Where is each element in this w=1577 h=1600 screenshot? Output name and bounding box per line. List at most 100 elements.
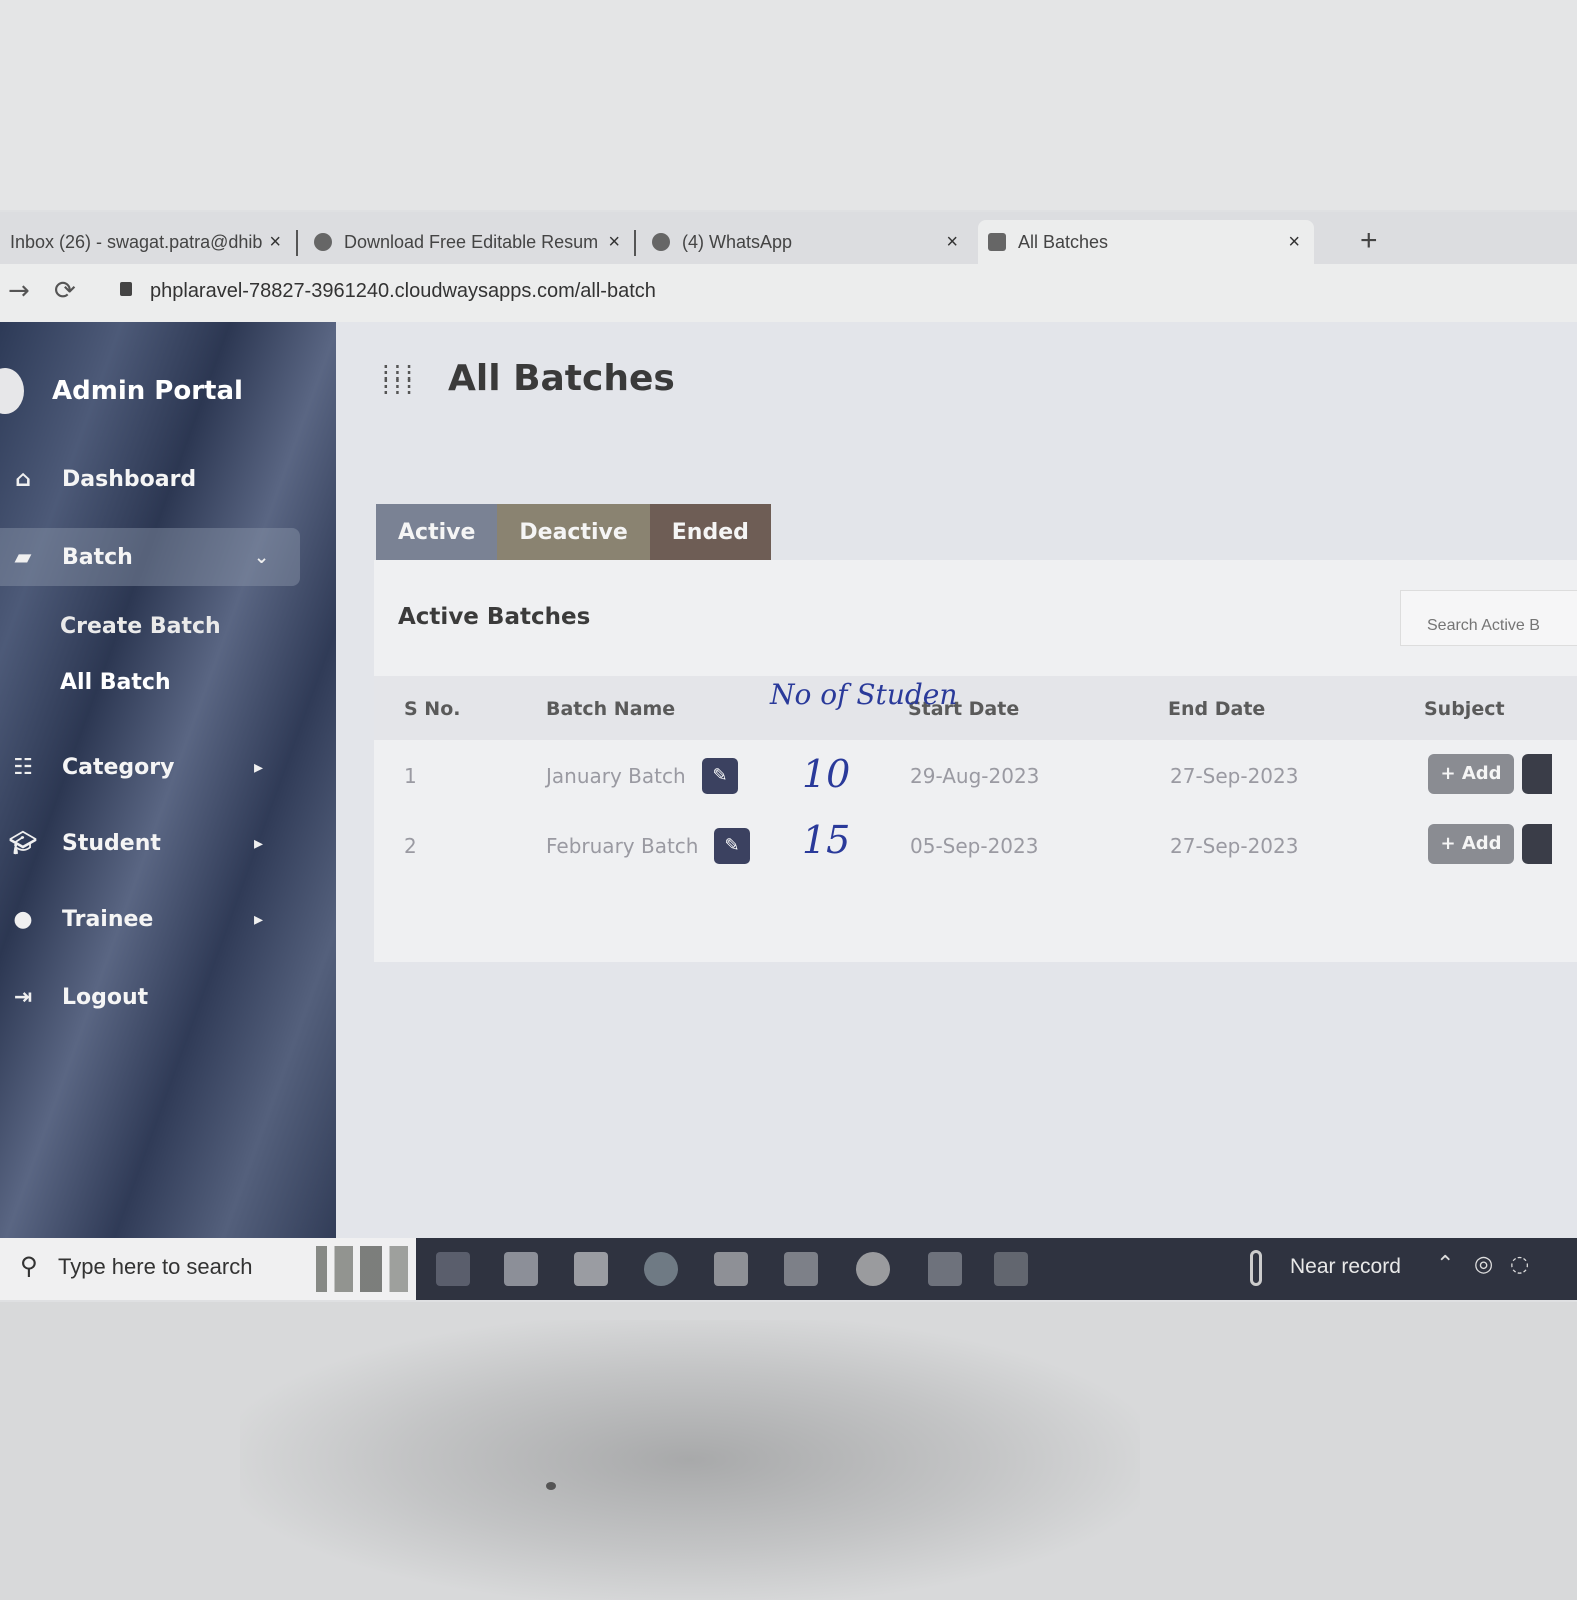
resume-site-icon xyxy=(314,233,332,251)
new-tab-button[interactable]: + xyxy=(1360,224,1378,258)
lock-icon xyxy=(120,282,132,296)
folder-icon: ▰ xyxy=(14,544,32,570)
tab-whatsapp[interactable]: (4) WhatsApp × xyxy=(642,220,972,264)
sidebar-item-label: Trainee xyxy=(62,906,154,932)
sidebar-subitem-all-batch[interactable]: All Batch xyxy=(60,670,171,695)
handwritten-student-count: 10 xyxy=(802,752,851,796)
table-row: 1 January Batch ✎ 10 29-Aug-2023 27-Sep-… xyxy=(374,742,1577,812)
cell-end-date: 27-Sep-2023 xyxy=(1170,764,1299,788)
taskbar-search[interactable]: ⚲ Type here to search xyxy=(0,1238,416,1300)
sidebar-item-student[interactable]: 🎓︎ Student ▸ xyxy=(0,814,300,872)
thermometer-icon xyxy=(1250,1250,1262,1286)
tab-active[interactable]: Active xyxy=(376,504,498,560)
tab-title: (4) WhatsApp xyxy=(682,231,793,252)
column-header-subject: Subject xyxy=(1424,698,1505,720)
home-icon: ⌂ xyxy=(15,466,31,492)
tab-resume[interactable]: Download Free Editable Resum × xyxy=(304,220,634,264)
tab-title: Download Free Editable Resum xyxy=(344,231,599,252)
column-header-sno: S No. xyxy=(404,698,461,720)
column-header-batch-name: Batch Name xyxy=(546,698,676,720)
chevron-right-icon: ▸ xyxy=(254,908,264,930)
main-content: ⁝⁝⁝ ⁝⁝⁝ All Batches Active Deactive Ended… xyxy=(336,322,1577,1262)
category-icon: ☷ xyxy=(13,754,33,780)
sidebar-item-label: Category xyxy=(62,754,175,780)
tab-title: Inbox (26) - swagat.patra@dhib xyxy=(10,231,263,252)
cell-end-date: 27-Sep-2023 xyxy=(1170,834,1299,858)
sidebar-item-trainee[interactable]: ● Trainee ▸ xyxy=(0,890,300,948)
forward-arrow-icon[interactable]: → xyxy=(8,276,30,306)
shadow xyxy=(240,1320,1140,1600)
reload-icon[interactable]: ⟳ xyxy=(54,276,76,306)
mail-icon[interactable] xyxy=(574,1252,608,1286)
tab-separator xyxy=(634,230,636,256)
taskbar-search-placeholder: Type here to search xyxy=(58,1254,253,1279)
logout-icon: ⇥ xyxy=(13,984,33,1010)
weather-status[interactable]: Near record xyxy=(1290,1255,1401,1279)
table-row: 2 February Batch ✎ 15 05-Sep-2023 27-Sep… xyxy=(374,812,1577,882)
sidebar-subitem-create-batch[interactable]: Create Batch xyxy=(60,614,221,639)
store-icon[interactable] xyxy=(504,1252,538,1286)
sidebar-item-batch[interactable]: ▰ Batch ⌄ xyxy=(0,528,300,586)
tab-ended[interactable]: Ended xyxy=(649,504,771,560)
sidebar: Admin Portal ⌂ Dashboard ▰ Batch ⌄ Creat… xyxy=(0,322,336,1262)
search-input[interactable] xyxy=(1400,590,1577,646)
sidebar-item-label: Dashboard xyxy=(62,466,197,492)
windows-taskbar: ⚲ Type here to search Near record ⌃ ◎ ◌ xyxy=(0,1238,1577,1300)
table-header: S No. Batch Name Start Date End Date Sub… xyxy=(374,676,1577,740)
tab-deactive[interactable]: Deactive xyxy=(497,504,650,560)
graduation-cap-icon: 🎓︎ xyxy=(9,830,37,856)
sidebar-item-label: Student xyxy=(62,830,161,856)
close-icon[interactable]: × xyxy=(608,231,620,254)
view-button[interactable] xyxy=(1522,754,1552,794)
screen-bezel-top xyxy=(0,0,1577,210)
volume-icon[interactable]: ◌ xyxy=(1510,1252,1529,1277)
cell-batch-name: February Batch xyxy=(546,834,699,858)
cell-start-date: 29-Aug-2023 xyxy=(910,764,1040,788)
outlook-icon[interactable] xyxy=(784,1252,818,1286)
word-icon[interactable] xyxy=(994,1252,1028,1286)
add-subject-button[interactable]: + Add xyxy=(1428,754,1514,794)
close-icon[interactable]: × xyxy=(1288,231,1300,254)
search-icon: ⚲ xyxy=(20,1252,38,1280)
page-title: All Batches xyxy=(448,358,675,399)
task-view-icon[interactable] xyxy=(436,1252,470,1286)
network-icon[interactable]: ◎ xyxy=(1474,1252,1493,1277)
sidebar-item-label: Logout xyxy=(62,984,149,1010)
site-favicon-icon xyxy=(988,233,1006,251)
browser-tab-bar: Inbox (26) - swagat.patra@dhib × Downloa… xyxy=(0,212,1577,264)
sidebar-item-dashboard[interactable]: ⌂ Dashboard xyxy=(0,450,300,508)
brand-logo xyxy=(0,368,24,414)
chevron-right-icon: ▸ xyxy=(254,832,264,854)
handwritten-student-count: 15 xyxy=(802,818,851,862)
chevron-down-icon: ⌄ xyxy=(254,546,270,568)
cell-batch-name: January Batch xyxy=(546,764,686,788)
whatsapp-icon xyxy=(652,233,670,251)
address-bar: → ⟳ phplaravel-78827-3961240.cloudwaysap… xyxy=(0,264,1577,322)
card-title: Active Batches xyxy=(398,604,591,630)
cell-start-date: 05-Sep-2023 xyxy=(910,834,1039,858)
tab-all-batches[interactable]: All Batches × xyxy=(978,220,1314,264)
tab-inbox[interactable]: Inbox (26) - swagat.patra@dhib × xyxy=(0,220,295,264)
edge-browser-icon[interactable] xyxy=(644,1252,678,1286)
url-field[interactable]: phplaravel-78827-3961240.cloudwaysapps.c… xyxy=(150,280,656,303)
close-icon[interactable]: × xyxy=(269,231,281,254)
sidebar-item-category[interactable]: ☷ Category ▸ xyxy=(0,738,300,796)
view-button[interactable] xyxy=(1522,824,1552,864)
sidebar-item-label: Batch xyxy=(62,544,133,570)
cell-sno: 1 xyxy=(404,764,417,788)
chevron-up-icon[interactable]: ⌃ xyxy=(1436,1252,1454,1277)
chrome-icon[interactable] xyxy=(856,1252,890,1286)
grid-menu-icon[interactable]: ⁝⁝⁝ ⁝⁝⁝ xyxy=(382,361,422,410)
sidebar-item-logout[interactable]: ⇥ Logout xyxy=(0,968,300,1026)
file-explorer-icon[interactable] xyxy=(714,1252,748,1286)
edit-pencil-icon[interactable]: ✎ xyxy=(714,828,750,864)
add-subject-button[interactable]: + Add xyxy=(1428,824,1514,864)
edit-pencil-icon[interactable]: ✎ xyxy=(702,758,738,794)
user-icon: ● xyxy=(13,906,33,932)
chevron-right-icon: ▸ xyxy=(254,756,264,778)
handwritten-column-header: No of Studen xyxy=(770,678,958,711)
mouse-cursor xyxy=(546,1482,556,1490)
tab-title: All Batches xyxy=(1018,231,1109,252)
close-icon[interactable]: × xyxy=(946,231,958,254)
app-icon[interactable] xyxy=(928,1252,962,1286)
